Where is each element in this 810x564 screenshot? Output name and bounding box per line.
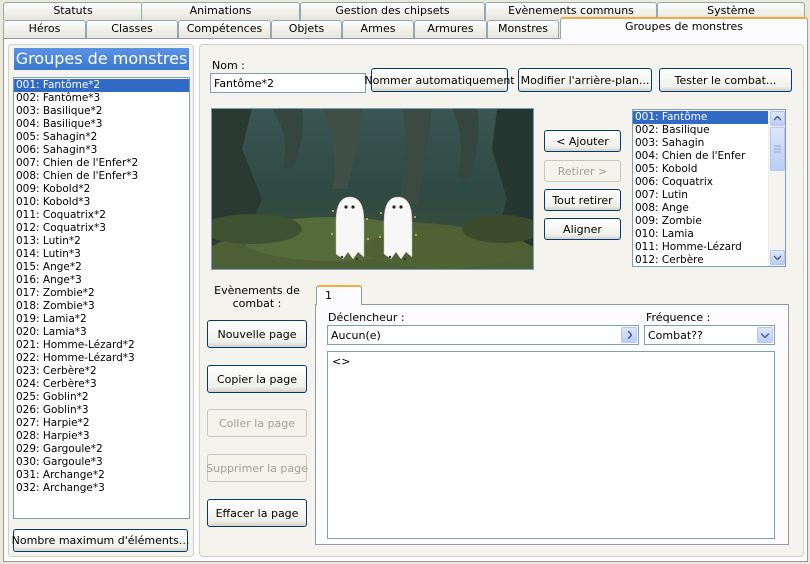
- trigger-arrow-icon[interactable]: [621, 327, 637, 343]
- group-list-item[interactable]: 008: Chien de l'Enfer*3: [14, 170, 189, 183]
- frequency-label: Fréquence :: [646, 311, 711, 324]
- monster-list-item[interactable]: 001: Fantôme: [633, 111, 768, 124]
- tab-row2-6[interactable]: Monstres: [487, 20, 559, 38]
- group-list-item[interactable]: 002: Fantôme*3: [14, 92, 189, 105]
- monster-list-item[interactable]: 005: Kobold: [633, 163, 768, 176]
- copy-page-button[interactable]: Copier la page: [207, 365, 307, 393]
- tab-strip: Statuts Animations Gestion des chipsets Evè…: [0, 0, 810, 40]
- monster-list-item[interactable]: 010: Lamia: [633, 228, 768, 241]
- group-list-item[interactable]: 003: Basilique*2: [14, 105, 189, 118]
- tab-row2-5[interactable]: Armures: [414, 20, 487, 38]
- group-list-item[interactable]: 006: Sahagin*3: [14, 144, 189, 157]
- tab-row2-2[interactable]: Compétences: [178, 20, 271, 38]
- group-list-item[interactable]: 018: Zombie*3: [14, 300, 189, 313]
- tab-row2-4[interactable]: Armes: [342, 20, 414, 38]
- tab-row2-3[interactable]: Objets: [271, 20, 342, 38]
- name-label: Nom :: [212, 59, 245, 72]
- remove-monster-button[interactable]: Retirer >: [544, 160, 621, 182]
- group-list-item[interactable]: 001: Fantôme*2: [14, 79, 189, 92]
- group-list-item[interactable]: 013: Lutin*2: [14, 235, 189, 248]
- auto-name-button[interactable]: Nommer automatiquement: [364, 68, 515, 92]
- delete-page-button[interactable]: Supprimer la page: [206, 454, 308, 482]
- event-command-line[interactable]: <>: [332, 355, 770, 368]
- tab-row1-1[interactable]: Animations: [141, 2, 300, 20]
- group-list-item[interactable]: 020: Lamia*3: [14, 326, 189, 339]
- group-list-item[interactable]: 009: Kobold*2: [14, 183, 189, 196]
- monster-list-item[interactable]: 006: Coquatrix: [633, 176, 768, 189]
- new-page-button[interactable]: Nouvelle page: [207, 320, 307, 348]
- group-list-item[interactable]: 022: Homme-Lézard*3: [14, 352, 189, 365]
- group-list-item[interactable]: 016: Ange*3: [14, 274, 189, 287]
- scroll-thumb[interactable]: [770, 127, 785, 171]
- monster-list-item[interactable]: 008: Ange: [633, 202, 768, 215]
- group-list-item[interactable]: 012: Coquatrix*3: [14, 222, 189, 235]
- forest-background: [212, 109, 533, 269]
- group-list-item[interactable]: 027: Harpie*2: [14, 417, 189, 430]
- align-button[interactable]: Aligner: [544, 218, 621, 240]
- monster-list-item[interactable]: 011: Homme-Lézard: [633, 241, 768, 254]
- monster-list-item[interactable]: 012: Cerbère: [633, 254, 768, 266]
- group-list-item[interactable]: 011: Coquatrix*2: [14, 209, 189, 222]
- scroll-down-icon[interactable]: [770, 250, 785, 265]
- monster-list-scrollbar[interactable]: [768, 110, 785, 266]
- tab-row1-0[interactable]: Statuts: [3, 2, 143, 20]
- test-battle-button[interactable]: Tester le combat...: [659, 68, 792, 92]
- remove-all-button[interactable]: Tout retirer: [544, 189, 621, 211]
- group-list-item[interactable]: 005: Sahagin*2: [14, 131, 189, 144]
- group-list-item[interactable]: 024: Cerbère*3: [14, 378, 189, 391]
- group-list-item[interactable]: 026: Goblin*3: [14, 404, 189, 417]
- group-list-item[interactable]: 014: Lutin*3: [14, 248, 189, 261]
- clear-page-button[interactable]: Effacer la page: [207, 499, 307, 527]
- group-list-item[interactable]: 025: Goblin*2: [14, 391, 189, 404]
- monster-list-item[interactable]: 004: Chien de l'Enfer: [633, 150, 768, 163]
- event-commands-area[interactable]: <>: [327, 351, 775, 539]
- name-input[interactable]: Fantôme*2: [210, 73, 366, 93]
- monster-list-item[interactable]: 007: Lutin: [633, 189, 768, 202]
- change-background-button[interactable]: Modifier l'arrière-plan...: [518, 68, 652, 92]
- group-list-item[interactable]: 032: Archange*3: [14, 482, 189, 495]
- page-tab-1[interactable]: 1: [316, 285, 362, 305]
- frequency-value: Combat??: [648, 328, 703, 342]
- monster-list[interactable]: 001: Fantôme 002: Basilique 003: Sahagin 00…: [632, 109, 786, 267]
- chevron-down-icon[interactable]: [757, 327, 773, 343]
- paste-page-button[interactable]: Coller la page: [207, 409, 307, 437]
- group-list-item[interactable]: 017: Zombie*2: [14, 287, 189, 300]
- group-list-item[interactable]: 029: Gargoule*2: [14, 443, 189, 456]
- max-elements-button[interactable]: Nombre maximum d'éléments...: [12, 529, 189, 552]
- group-list-item[interactable]: 028: Harpie*3: [14, 430, 189, 443]
- monster-list-item[interactable]: 009: Zombie: [633, 215, 768, 228]
- group-list-item[interactable]: 021: Homme-Lézard*2: [14, 339, 189, 352]
- group-list-item[interactable]: 031: Archange*2: [14, 469, 189, 482]
- scroll-up-icon[interactable]: [770, 111, 785, 126]
- group-list-item[interactable]: 015: Ange*2: [14, 261, 189, 274]
- groups-title: Groupes de monstres: [14, 48, 189, 70]
- tab-row1-2[interactable]: Gestion des chipsets: [300, 2, 485, 20]
- monster-list-item[interactable]: 002: Basilique: [633, 124, 768, 137]
- tab-row2-7[interactable]: Groupes de monstres: [560, 17, 808, 39]
- tab-row2-0[interactable]: Héros: [3, 20, 86, 38]
- trigger-label: Déclencheur :: [328, 311, 405, 324]
- group-list-item[interactable]: 023: Cerbère*2: [14, 365, 189, 378]
- events-label: Evènements de combat :: [214, 284, 300, 310]
- frequency-select[interactable]: Combat??: [644, 325, 775, 345]
- battle-preview[interactable]: [211, 108, 534, 270]
- group-list-item[interactable]: 030: Gargoule*3: [14, 456, 189, 469]
- trigger-value: Aucun(e): [331, 328, 381, 342]
- tab-row2-1[interactable]: Classes: [86, 20, 178, 38]
- groups-list[interactable]: 001: Fantôme*2 002: Fantôme*3 003: Basiliq…: [13, 77, 190, 519]
- monster-list-item[interactable]: 003: Sahagin: [633, 137, 768, 150]
- group-list-item[interactable]: 019: Lamia*2: [14, 313, 189, 326]
- trigger-field[interactable]: Aucun(e): [327, 325, 639, 345]
- group-list-item[interactable]: 010: Kobold*3: [14, 196, 189, 209]
- add-monster-button[interactable]: < Ajouter: [544, 130, 621, 152]
- group-list-item[interactable]: 007: Chien de l'Enfer*2: [14, 157, 189, 170]
- group-list-item[interactable]: 004: Basilique*3: [14, 118, 189, 131]
